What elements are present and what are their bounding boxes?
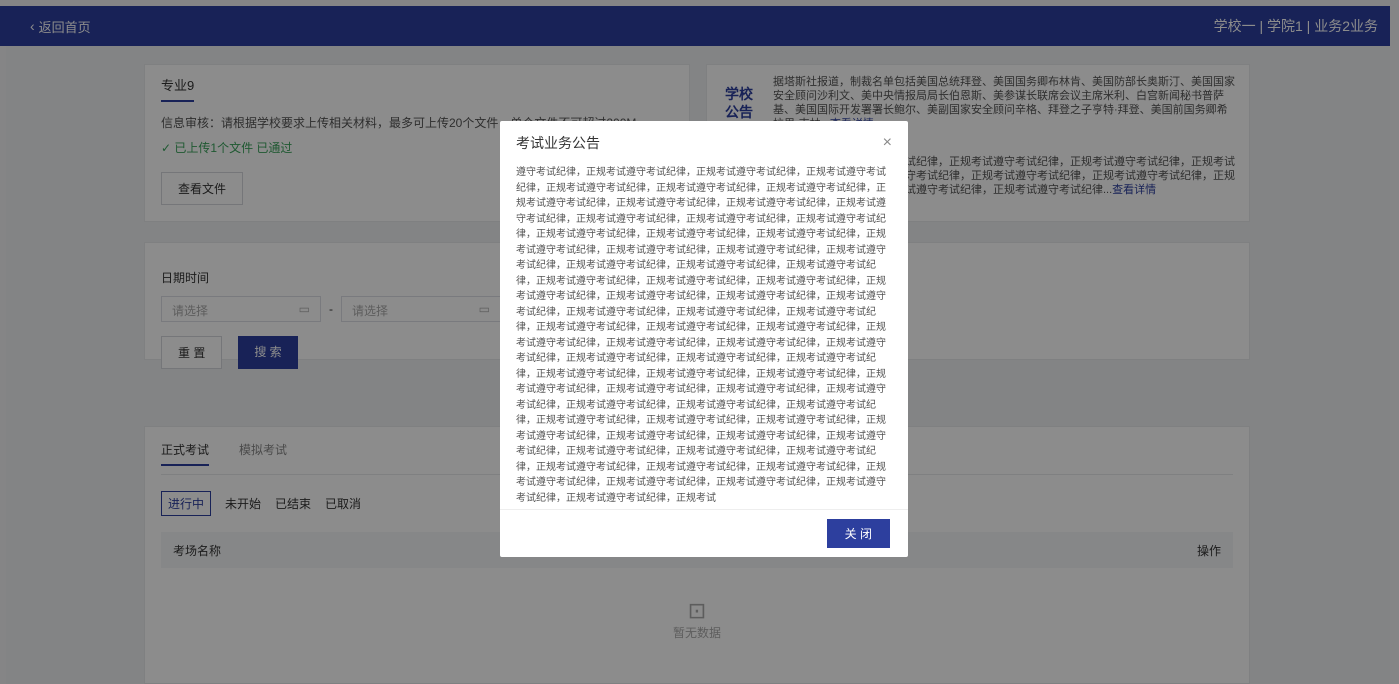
- modal-header: 考试业务公告 ×: [500, 121, 908, 165]
- announcement-modal: 考试业务公告 × 遵守考试纪律，正规考试遵守考试纪律，正规考试遵守考试纪律，正规…: [500, 121, 908, 557]
- modal-footer: 关 闭: [500, 509, 908, 557]
- modal-title: 考试业务公告: [516, 135, 600, 151]
- close-icon[interactable]: ×: [883, 134, 892, 152]
- modal-body: 遵守考试纪律，正规考试遵守考试纪律，正规考试遵守考试纪律，正规考试遵守考试纪律，…: [516, 167, 886, 504]
- close-button[interactable]: 关 闭: [826, 519, 890, 548]
